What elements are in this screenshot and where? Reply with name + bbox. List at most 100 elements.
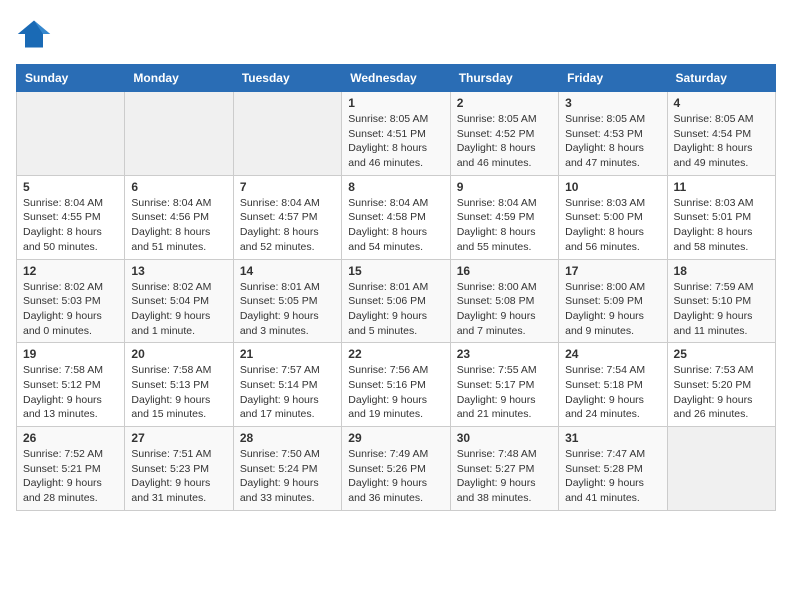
day-info: Sunrise: 7:51 AM Sunset: 5:23 PM Dayligh… xyxy=(131,447,226,506)
week-row-1: 1 Sunrise: 8:05 AM Sunset: 4:51 PM Daylig… xyxy=(17,92,776,176)
day-number: 10 xyxy=(565,180,660,194)
week-row-2: 5Sunrise: 8:04 AM Sunset: 4:55 PM Daylig… xyxy=(17,175,776,259)
day-number: 28 xyxy=(240,431,335,445)
day-number: 1 xyxy=(348,96,443,110)
week-row-4: 19Sunrise: 7:58 AM Sunset: 5:12 PM Dayli… xyxy=(17,343,776,427)
weekday-header-saturday: Saturday xyxy=(667,65,775,92)
day-info: Sunrise: 8:04 AM Sunset: 4:55 PM Dayligh… xyxy=(23,196,118,255)
day-number: 26 xyxy=(23,431,118,445)
logo xyxy=(16,16,58,52)
calendar-cell: 25 Sunrise: 7:53 AM Sunset: 5:20 PM Dayli… xyxy=(667,343,775,427)
day-number: 30 xyxy=(457,431,552,445)
day-info: Sunrise: 7:59 AM Sunset: 5:10 PM Dayligh… xyxy=(674,280,769,339)
day-number: 2 xyxy=(457,96,552,110)
day-info: Sunrise: 7:53 AM Sunset: 5:20 PM Dayligh… xyxy=(674,363,769,422)
calendar-cell: 28Sunrise: 7:50 AM Sunset: 5:24 PM Dayli… xyxy=(233,427,341,511)
day-number: 13 xyxy=(131,264,226,278)
calendar-cell: 17 Sunrise: 8:00 AM Sunset: 5:09 PM Dayli… xyxy=(559,259,667,343)
calendar-cell: 1 Sunrise: 8:05 AM Sunset: 4:51 PM Daylig… xyxy=(342,92,450,176)
day-number: 17 xyxy=(565,264,660,278)
day-number: 23 xyxy=(457,347,552,361)
calendar-cell: 9 Sunrise: 8:04 AM Sunset: 4:59 PM Daylig… xyxy=(450,175,558,259)
day-number: 7 xyxy=(240,180,335,194)
page-header xyxy=(16,16,776,52)
day-number: 12 xyxy=(23,264,118,278)
calendar-cell: 29Sunrise: 7:49 AM Sunset: 5:26 PM Dayli… xyxy=(342,427,450,511)
calendar-cell: 24Sunrise: 7:54 AM Sunset: 5:18 PM Dayli… xyxy=(559,343,667,427)
calendar-cell: 15 Sunrise: 8:01 AM Sunset: 5:06 PM Dayli… xyxy=(342,259,450,343)
day-info: Sunrise: 8:00 AM Sunset: 5:08 PM Dayligh… xyxy=(457,280,552,339)
day-number: 24 xyxy=(565,347,660,361)
day-info: Sunrise: 7:52 AM Sunset: 5:21 PM Dayligh… xyxy=(23,447,118,506)
day-number: 21 xyxy=(240,347,335,361)
weekday-header-sunday: Sunday xyxy=(17,65,125,92)
weekday-header-wednesday: Wednesday xyxy=(342,65,450,92)
day-info: Sunrise: 8:03 AM Sunset: 5:00 PM Dayligh… xyxy=(565,196,660,255)
day-info: Sunrise: 8:01 AM Sunset: 5:05 PM Dayligh… xyxy=(240,280,335,339)
calendar-cell: 19Sunrise: 7:58 AM Sunset: 5:12 PM Dayli… xyxy=(17,343,125,427)
day-info: Sunrise: 8:05 AM Sunset: 4:53 PM Dayligh… xyxy=(565,112,660,171)
calendar-cell: 10 Sunrise: 8:03 AM Sunset: 5:00 PM Dayli… xyxy=(559,175,667,259)
day-info: Sunrise: 8:04 AM Sunset: 4:56 PM Dayligh… xyxy=(131,196,226,255)
day-number: 16 xyxy=(457,264,552,278)
day-info: Sunrise: 8:05 AM Sunset: 4:51 PM Dayligh… xyxy=(348,112,443,171)
calendar-cell: 12 Sunrise: 8:02 AM Sunset: 5:03 PM Dayli… xyxy=(17,259,125,343)
week-row-3: 12 Sunrise: 8:02 AM Sunset: 5:03 PM Dayli… xyxy=(17,259,776,343)
day-info: Sunrise: 8:04 AM Sunset: 4:58 PM Dayligh… xyxy=(348,196,443,255)
day-info: Sunrise: 8:04 AM Sunset: 4:57 PM Dayligh… xyxy=(240,196,335,255)
day-number: 25 xyxy=(674,347,769,361)
calendar-cell: 31 Sunrise: 7:47 AM Sunset: 5:28 PM Dayli… xyxy=(559,427,667,511)
day-info: Sunrise: 8:04 AM Sunset: 4:59 PM Dayligh… xyxy=(457,196,552,255)
calendar-cell: 13 Sunrise: 8:02 AM Sunset: 5:04 PM Dayli… xyxy=(125,259,233,343)
day-info: Sunrise: 8:00 AM Sunset: 5:09 PM Dayligh… xyxy=(565,280,660,339)
logo-icon xyxy=(16,16,52,52)
calendar-cell: 23 Sunrise: 7:55 AM Sunset: 5:17 PM Dayli… xyxy=(450,343,558,427)
day-info: Sunrise: 8:05 AM Sunset: 4:52 PM Dayligh… xyxy=(457,112,552,171)
calendar-cell xyxy=(125,92,233,176)
day-number: 20 xyxy=(131,347,226,361)
calendar-cell: 26 Sunrise: 7:52 AM Sunset: 5:21 PM Dayli… xyxy=(17,427,125,511)
weekday-header-monday: Monday xyxy=(125,65,233,92)
calendar-cell: 4Sunrise: 8:05 AM Sunset: 4:54 PM Daylig… xyxy=(667,92,775,176)
calendar-cell: 2 Sunrise: 8:05 AM Sunset: 4:52 PM Daylig… xyxy=(450,92,558,176)
day-info: Sunrise: 8:01 AM Sunset: 5:06 PM Dayligh… xyxy=(348,280,443,339)
calendar-cell: 11 Sunrise: 8:03 AM Sunset: 5:01 PM Dayli… xyxy=(667,175,775,259)
calendar-cell: 16 Sunrise: 8:00 AM Sunset: 5:08 PM Dayli… xyxy=(450,259,558,343)
day-number: 8 xyxy=(348,180,443,194)
day-number: 27 xyxy=(131,431,226,445)
calendar-cell: 20 Sunrise: 7:58 AM Sunset: 5:13 PM Dayli… xyxy=(125,343,233,427)
calendar-cell: 30 Sunrise: 7:48 AM Sunset: 5:27 PM Dayli… xyxy=(450,427,558,511)
day-number: 15 xyxy=(348,264,443,278)
day-number: 31 xyxy=(565,431,660,445)
calendar-cell: 18 Sunrise: 7:59 AM Sunset: 5:10 PM Dayli… xyxy=(667,259,775,343)
weekday-header-friday: Friday xyxy=(559,65,667,92)
day-info: Sunrise: 7:58 AM Sunset: 5:13 PM Dayligh… xyxy=(131,363,226,422)
calendar-cell xyxy=(233,92,341,176)
day-number: 9 xyxy=(457,180,552,194)
calendar-cell: 14 Sunrise: 8:01 AM Sunset: 5:05 PM Dayli… xyxy=(233,259,341,343)
day-info: Sunrise: 7:55 AM Sunset: 5:17 PM Dayligh… xyxy=(457,363,552,422)
day-number: 4 xyxy=(674,96,769,110)
calendar-cell: 3 Sunrise: 8:05 AM Sunset: 4:53 PM Daylig… xyxy=(559,92,667,176)
day-number: 18 xyxy=(674,264,769,278)
day-number: 19 xyxy=(23,347,118,361)
weekday-header-thursday: Thursday xyxy=(450,65,558,92)
calendar-cell: 22 Sunrise: 7:56 AM Sunset: 5:16 PM Dayli… xyxy=(342,343,450,427)
day-info: Sunrise: 7:47 AM Sunset: 5:28 PM Dayligh… xyxy=(565,447,660,506)
day-info: Sunrise: 7:56 AM Sunset: 5:16 PM Dayligh… xyxy=(348,363,443,422)
day-info: Sunrise: 8:02 AM Sunset: 5:03 PM Dayligh… xyxy=(23,280,118,339)
week-row-5: 26 Sunrise: 7:52 AM Sunset: 5:21 PM Dayli… xyxy=(17,427,776,511)
day-number: 11 xyxy=(674,180,769,194)
day-info: Sunrise: 8:03 AM Sunset: 5:01 PM Dayligh… xyxy=(674,196,769,255)
calendar-cell: 8 Sunrise: 8:04 AM Sunset: 4:58 PM Daylig… xyxy=(342,175,450,259)
day-info: Sunrise: 7:49 AM Sunset: 5:26 PM Dayligh… xyxy=(348,447,443,506)
day-number: 22 xyxy=(348,347,443,361)
calendar-cell xyxy=(667,427,775,511)
day-number: 3 xyxy=(565,96,660,110)
calendar-table: SundayMondayTuesdayWednesdayThursdayFrid… xyxy=(16,64,776,511)
day-info: Sunrise: 7:48 AM Sunset: 5:27 PM Dayligh… xyxy=(457,447,552,506)
calendar-cell: 7 Sunrise: 8:04 AM Sunset: 4:57 PM Daylig… xyxy=(233,175,341,259)
calendar-cell xyxy=(17,92,125,176)
day-info: Sunrise: 8:02 AM Sunset: 5:04 PM Dayligh… xyxy=(131,280,226,339)
day-number: 14 xyxy=(240,264,335,278)
